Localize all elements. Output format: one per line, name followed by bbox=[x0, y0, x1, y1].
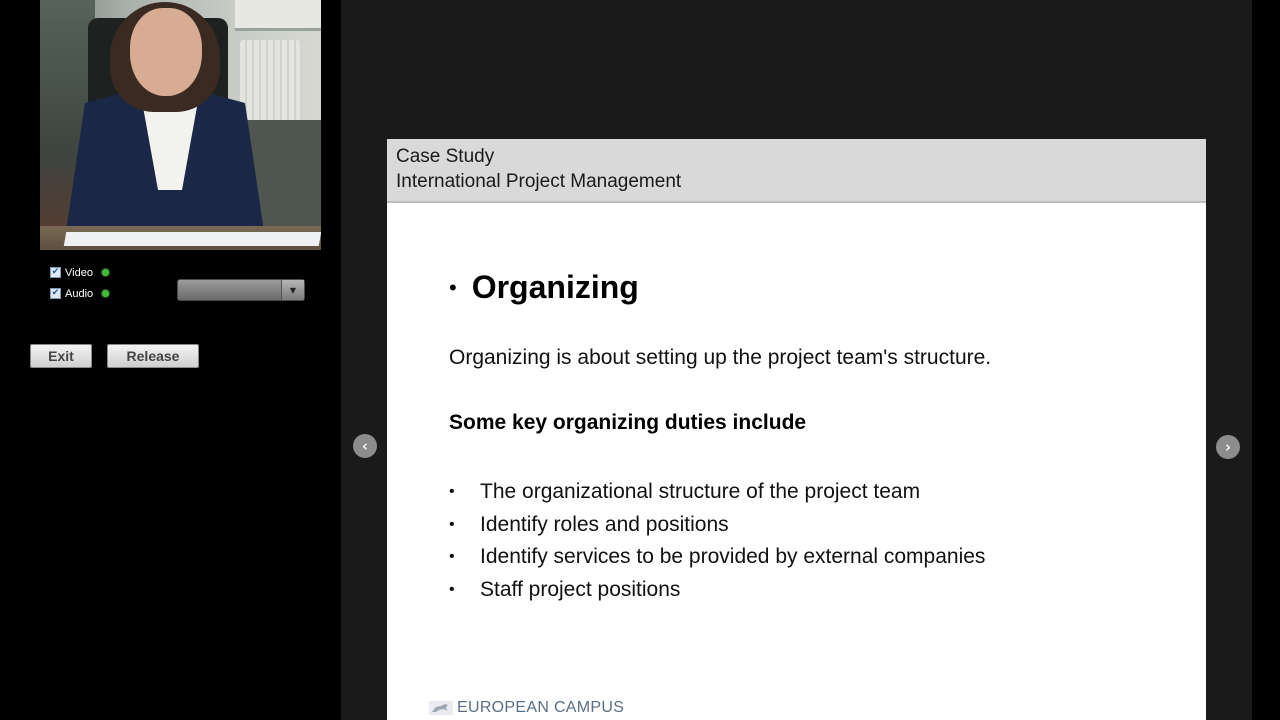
left-panel: ✔ Video ✔ Audio ▼ Exit Release bbox=[0, 0, 341, 720]
device-select[interactable]: ▼ bbox=[177, 279, 305, 301]
video-label: Video bbox=[65, 266, 93, 279]
video-radiator bbox=[240, 40, 300, 122]
list-item: • Identify services to be provided by ex… bbox=[449, 541, 985, 574]
media-controls: ✔ Video ✔ Audio bbox=[50, 262, 110, 304]
slide-header-line2: International Project Management bbox=[396, 171, 682, 192]
bullet: • bbox=[449, 483, 455, 501]
list-item-text: The organizational structure of the proj… bbox=[480, 480, 921, 504]
next-slide-button[interactable]: › bbox=[1216, 435, 1240, 459]
video-window bbox=[235, 0, 321, 31]
duties-list: • The organizational structure of the pr… bbox=[449, 476, 985, 606]
slide-header-line1: Case Study bbox=[396, 146, 495, 167]
chevron-down-icon[interactable]: ▼ bbox=[281, 280, 304, 300]
list-item-text: Identify services to be provided by exte… bbox=[480, 545, 986, 569]
list-item: • The organizational structure of the pr… bbox=[449, 476, 985, 509]
right-border bbox=[1252, 0, 1280, 720]
chevron-right-icon: › bbox=[1224, 438, 1232, 456]
bullet: • bbox=[449, 515, 455, 533]
slide: Case Study International Project Managem… bbox=[387, 139, 1206, 720]
horse-logo-icon bbox=[429, 701, 453, 715]
audio-toggle-row: ✔ Audio bbox=[50, 283, 110, 304]
audio-label: Audio bbox=[65, 287, 94, 300]
exit-button[interactable]: Exit bbox=[30, 344, 92, 368]
slide-title: Organizing bbox=[471, 269, 639, 305]
slide-subheading: Some key organizing duties include bbox=[449, 411, 807, 434]
audio-status-dot bbox=[102, 290, 110, 297]
previous-slide-button[interactable]: ‹ bbox=[353, 434, 377, 458]
video-papers bbox=[63, 232, 321, 246]
chevron-left-icon: ‹ bbox=[361, 437, 369, 455]
video-status-dot bbox=[101, 269, 109, 276]
european-campus-logo: EUROPEAN CAMPUS bbox=[429, 699, 624, 717]
slide-intro-text: Organizing is about setting up the proje… bbox=[449, 346, 992, 369]
audio-checkbox[interactable]: ✔ bbox=[50, 288, 61, 299]
presenter-video-feed bbox=[40, 0, 321, 250]
presenter-face bbox=[130, 8, 202, 96]
list-item: • Staff project positions bbox=[449, 574, 985, 607]
slide-header: Case Study International Project Managem… bbox=[387, 139, 1206, 203]
logo-text: EUROPEAN CAMPUS bbox=[457, 699, 625, 716]
video-checkbox[interactable]: ✔ bbox=[50, 267, 61, 278]
video-toggle-row: ✔ Video bbox=[50, 262, 109, 283]
title-bullet: • bbox=[449, 274, 457, 300]
list-item-text: Identify roles and positions bbox=[480, 512, 729, 536]
slide-title-row: • Organizing bbox=[449, 269, 639, 306]
bullet: • bbox=[449, 548, 455, 566]
list-item: • Identify roles and positions bbox=[449, 509, 985, 542]
release-button[interactable]: Release bbox=[107, 344, 199, 368]
list-item-text: Staff project positions bbox=[480, 577, 681, 601]
bullet: • bbox=[449, 580, 455, 598]
